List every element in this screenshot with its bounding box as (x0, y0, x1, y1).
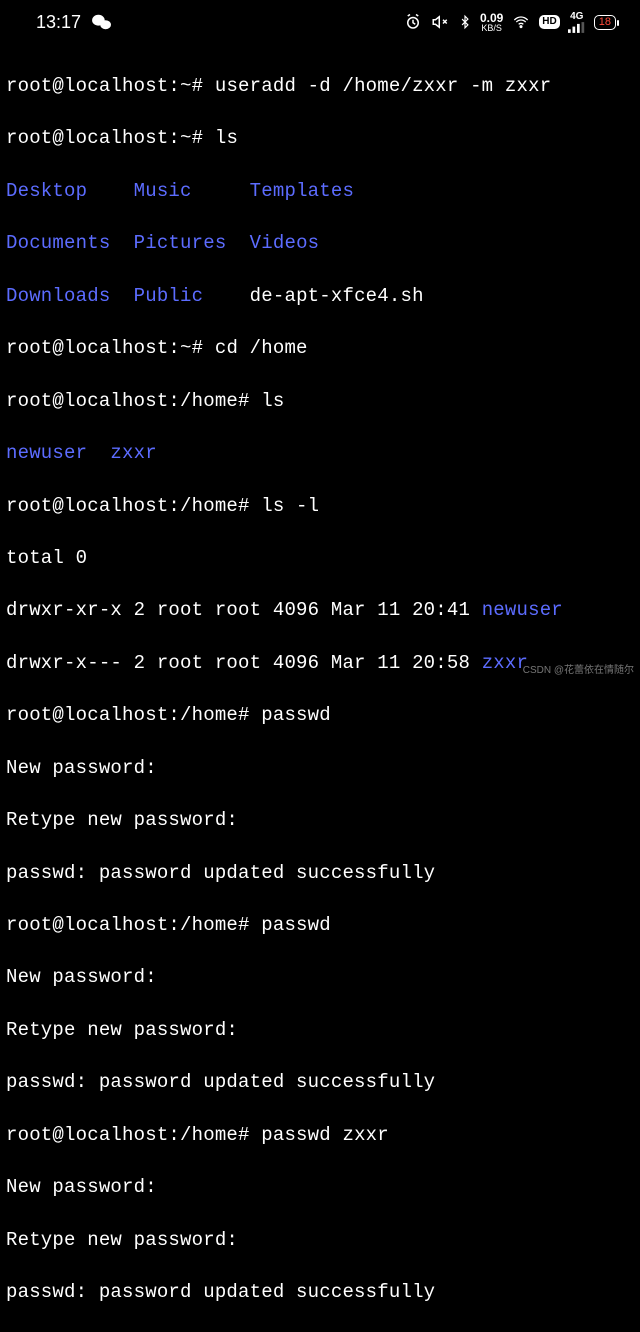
hd-badge: HD (539, 15, 559, 29)
dir-name: Documents (6, 232, 134, 254)
terminal-line: Documents Pictures Videos (6, 230, 634, 256)
dir-name: Downloads (6, 285, 134, 307)
dir-name: Pictures (134, 232, 250, 254)
terminal-line: root@localhost:~# ls (6, 125, 634, 151)
mute-icon (430, 13, 450, 31)
terminal-line: passwd: password updated successfully (6, 1279, 634, 1305)
terminal-line: root@localhost:~# useradd -d /home/zxxr … (6, 73, 634, 99)
terminal-line: drwxr-xr-x 2 root root 4096 Mar 11 20:41… (6, 597, 634, 623)
terminal-line: Retype new password: (6, 1017, 634, 1043)
wifi-icon (511, 14, 531, 30)
dir-name: Videos (250, 232, 320, 254)
watermark: CSDN @花蕾依在情随尔 (523, 664, 634, 678)
terminal-line: Retype new password: (6, 807, 634, 833)
terminal-line: newuser zxxr (6, 440, 634, 466)
terminal-line: total 0 (6, 545, 634, 571)
terminal-line: Desktop Music Templates (6, 178, 634, 204)
terminal-line: Retype new password: (6, 1227, 634, 1253)
terminal-line: New password: (6, 964, 634, 990)
dir-name: Desktop (6, 180, 134, 202)
dir-name: Public (134, 285, 250, 307)
status-time: 13:17 (36, 10, 81, 35)
status-right: 0.09 KB/S HD 4G 18 (404, 12, 616, 33)
cell-label: 4G (570, 12, 583, 22)
terminal-line: passwd: password updated successfully (6, 1069, 634, 1095)
terminal-line: root@localhost:/home# ls -l (6, 493, 634, 519)
terminal-line: root@localhost:/home# passwd zxxr (6, 1122, 634, 1148)
terminal-line: New password: (6, 755, 634, 781)
dir-name: newuser (482, 599, 563, 621)
terminal-line: root@localhost:/home# passwd (6, 702, 634, 728)
terminal-output[interactable]: root@localhost:~# useradd -d /home/zxxr … (0, 43, 640, 1332)
dir-name: zxxr (482, 652, 528, 674)
file-name: de-apt-xfce4.sh (250, 285, 424, 307)
dir-name: Music (134, 180, 250, 202)
alarm-icon (404, 13, 422, 31)
terminal-line: root@localhost:~# cd /home (6, 335, 634, 361)
dir-name: zxxr (110, 442, 156, 464)
battery-indicator: 18 (594, 15, 616, 30)
status-bar: 13:17 0.09 KB/S HD 4G 18 (0, 0, 640, 43)
terminal-line: Downloads Public de-apt-xfce4.sh (6, 283, 634, 309)
terminal-line: root@localhost:/home# passwd (6, 912, 634, 938)
dir-name: Templates (250, 180, 354, 202)
net-speed: 0.09 KB/S (480, 12, 503, 33)
dir-name: newuser (6, 442, 110, 464)
terminal-line: passwd: password updated successfully (6, 860, 634, 886)
status-left: 13:17 (36, 10, 113, 35)
terminal-line: New password: (6, 1174, 634, 1200)
wechat-icon (91, 13, 113, 31)
terminal-line: root@localhost:/home# ls (6, 388, 634, 414)
net-speed-unit: KB/S (481, 24, 502, 33)
cell-signal: 4G (568, 12, 586, 33)
bluetooth-icon (458, 13, 472, 31)
